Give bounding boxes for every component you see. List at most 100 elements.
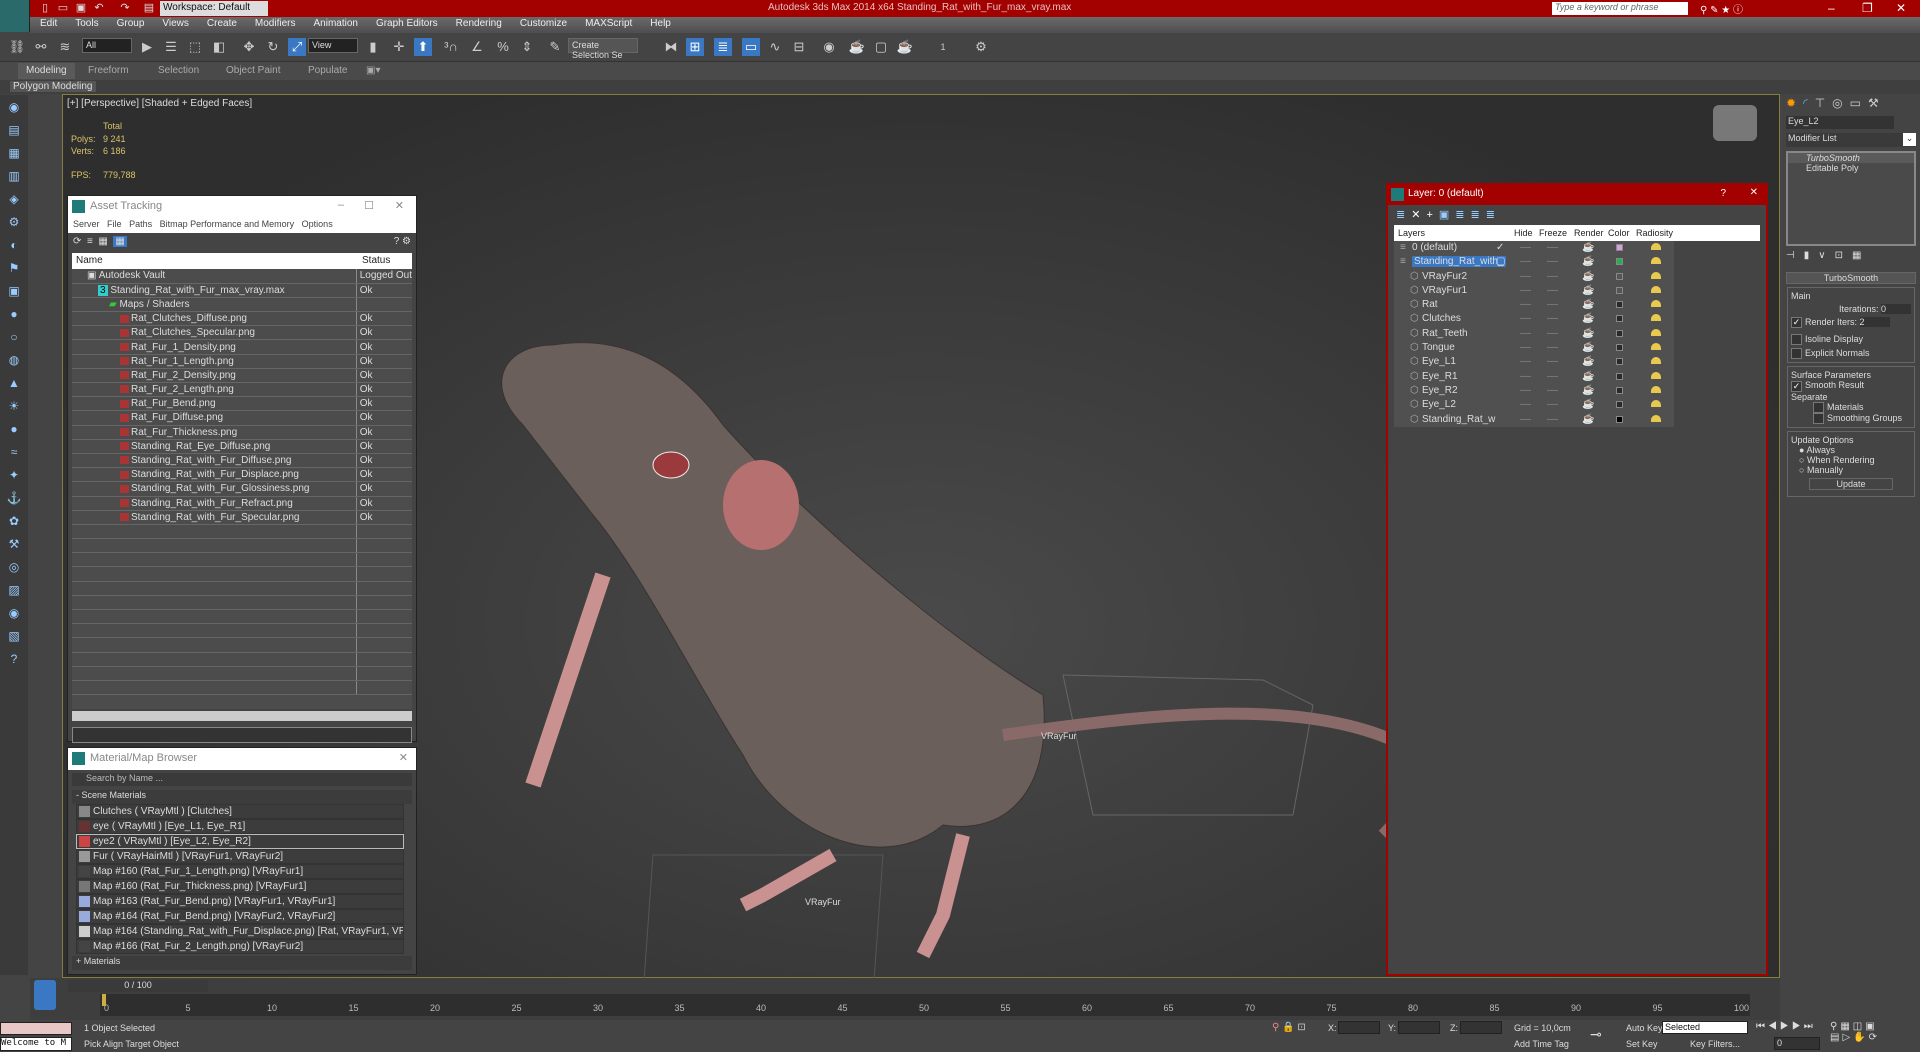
delete-layer-icon[interactable]: ✕ bbox=[1411, 209, 1426, 221]
asset-row[interactable]: ▰ Maps / Shaders bbox=[72, 297, 412, 313]
asset-row[interactable]: 3 Standing_Rat_with_Fur_max_vray.max Ok bbox=[72, 283, 412, 298]
maximize-button[interactable]: ☐ bbox=[364, 199, 374, 212]
isolate-icon[interactable]: ⚲ 🔒 ⊡ bbox=[1272, 1022, 1306, 1033]
search-input[interactable]: Type a keyword or phrase bbox=[1552, 2, 1688, 15]
layer-row[interactable]: ⬡ Eye_L1 –– –– ☕ bbox=[1394, 355, 1674, 370]
asset-row[interactable]: Standing_Rat_with_Fur_Displace.png Ok bbox=[72, 467, 412, 483]
layer-name[interactable]: VRayFur2 bbox=[1422, 271, 1467, 282]
tab-modeling[interactable]: Modeling bbox=[18, 63, 75, 79]
ribbon-options-icon[interactable]: ▣▾ bbox=[366, 65, 380, 76]
layer-name[interactable]: Standing_Rat_w bbox=[1422, 414, 1495, 425]
restore-button[interactable]: ❐ bbox=[1862, 1, 1873, 15]
menu-maxscript[interactable]: MAXScript bbox=[575, 17, 640, 29]
minimize-button[interactable]: – bbox=[338, 199, 344, 211]
mirror-icon[interactable]: ⧓ bbox=[662, 38, 680, 56]
hide-toggle[interactable]: –– bbox=[1520, 356, 1531, 367]
layer-color-swatch[interactable] bbox=[1616, 272, 1623, 280]
render-setup-icon[interactable]: ☕ bbox=[848, 38, 866, 56]
menu-create[interactable]: Create bbox=[197, 17, 245, 29]
tool-icon[interactable]: ● bbox=[5, 307, 23, 325]
asset-tracking-titlebar[interactable]: Asset Tracking – ☐ ✕ bbox=[68, 196, 416, 218]
thumbnail-view-icon[interactable]: ▦ bbox=[98, 236, 107, 247]
asset-row[interactable]: Rat_Fur_Diffuse.png Ok bbox=[72, 410, 412, 426]
layer-color-swatch[interactable] bbox=[1616, 415, 1623, 423]
link-icon[interactable]: ⛓ bbox=[8, 38, 26, 56]
explicit-normals-checkbox[interactable] bbox=[1791, 348, 1802, 360]
layer-name[interactable]: VRayFur1 bbox=[1422, 285, 1467, 296]
hide-toggle[interactable]: –– bbox=[1520, 285, 1531, 296]
application-menu-button[interactable] bbox=[0, 0, 30, 32]
tab-selection[interactable]: Selection bbox=[158, 65, 199, 76]
tool-icon[interactable]: ◉ bbox=[5, 100, 23, 118]
material-item[interactable]: Map #164 (Rat_Fur_Bend.png) [VRayFur2, V… bbox=[76, 909, 404, 924]
freeze-toggle[interactable]: –– bbox=[1547, 414, 1558, 425]
tool-icon[interactable]: ≈ bbox=[5, 445, 23, 463]
freeze-toggle[interactable]: –– bbox=[1547, 285, 1558, 296]
material-item[interactable]: Map #166 (Rat_Fur_2_Length.png) [VRayFur… bbox=[76, 939, 404, 954]
render-teapot-icon[interactable]: ☕ bbox=[1582, 342, 1594, 353]
tool-icon[interactable]: ⚙ bbox=[5, 215, 23, 233]
asset-row[interactable]: Rat_Fur_2_Density.png Ok bbox=[72, 368, 412, 384]
hide-toggle[interactable]: –– bbox=[1520, 299, 1531, 310]
freeze-toggle[interactable]: –– bbox=[1547, 299, 1558, 310]
create-tab-icon[interactable]: ✹ bbox=[1786, 96, 1803, 110]
menu-group[interactable]: Group bbox=[107, 17, 153, 29]
radiosity-icon[interactable] bbox=[1651, 357, 1661, 365]
display-tab-icon[interactable]: ▭ bbox=[1850, 96, 1868, 110]
select-by-name-icon[interactable]: ☰ bbox=[162, 38, 180, 56]
rat-model[interactable] bbox=[443, 275, 1463, 995]
tool-icon[interactable]: ◈ bbox=[5, 192, 23, 210]
layer-row[interactable]: ⬡ Eye_R2 –– –– ☕ bbox=[1394, 383, 1674, 399]
layer-row[interactable]: ⬡ Tongue –– –– ☕ bbox=[1394, 341, 1674, 356]
angle-snap-icon[interactable]: ∠ bbox=[468, 38, 486, 56]
tool-icon[interactable]: ▲ bbox=[5, 376, 23, 394]
layer-color-swatch[interactable] bbox=[1616, 372, 1623, 380]
layer-name[interactable]: Eye_L2 bbox=[1422, 399, 1456, 410]
column-status[interactable]: Status bbox=[362, 255, 390, 266]
layer-row[interactable]: ⬡ VRayFur2 –– –– ☕ bbox=[1394, 269, 1674, 284]
layer-color-swatch[interactable] bbox=[1616, 329, 1623, 337]
save-icon[interactable]: ▣ bbox=[74, 1, 88, 15]
menu-rendering[interactable]: Rendering bbox=[446, 17, 510, 29]
radiosity-icon[interactable] bbox=[1651, 328, 1661, 336]
rotate-icon[interactable]: ↻ bbox=[264, 38, 282, 56]
unlink-icon[interactable]: ⚯ bbox=[32, 38, 50, 56]
layer-row[interactable]: ⬡ Eye_L2 –– –– ☕ bbox=[1394, 398, 1674, 413]
add-to-layer-icon[interactable]: + bbox=[1426, 209, 1438, 221]
undo-icon[interactable]: ↶ bbox=[92, 1, 106, 15]
set-key-button[interactable]: Set Key bbox=[1626, 1039, 1658, 1049]
tool-icon[interactable]: ☀ bbox=[5, 399, 23, 417]
menu-customize[interactable]: Customize bbox=[510, 17, 575, 29]
help-icon[interactable]: ? ⚙ bbox=[394, 236, 411, 247]
hide-toggle[interactable]: –– bbox=[1520, 414, 1531, 425]
render-teapot-icon[interactable]: ☕ bbox=[1582, 385, 1594, 396]
render-iters-checkbox[interactable]: ✓ bbox=[1791, 317, 1802, 329]
freeze-all-icon[interactable]: ≣ bbox=[1486, 209, 1501, 221]
layer-color-swatch[interactable] bbox=[1616, 301, 1623, 309]
render-production-icon[interactable]: ☕ bbox=[896, 38, 914, 56]
layer-row[interactable]: ≡ Standing_Rat_with_ ▢ –– –– ☕ bbox=[1394, 255, 1674, 270]
layer-row[interactable]: ⬡ Eye_R1 –– –– ☕ bbox=[1394, 369, 1674, 384]
snaps-toggle-icon[interactable]: ³∩ bbox=[442, 38, 460, 56]
close-button[interactable]: ✕ bbox=[399, 751, 408, 764]
auto-key-button[interactable]: Auto Key bbox=[1626, 1023, 1663, 1033]
menu-paths[interactable]: Paths bbox=[129, 219, 152, 229]
tab-object-paint[interactable]: Object Paint bbox=[226, 65, 280, 76]
layer-color-swatch[interactable] bbox=[1616, 386, 1623, 394]
pivot-center-icon[interactable]: ▮ bbox=[364, 38, 382, 56]
close-button[interactable]: ✕ bbox=[1896, 1, 1906, 15]
hide-toggle[interactable]: –– bbox=[1520, 385, 1531, 396]
asset-row[interactable]: Standing_Rat_with_Fur_Specular.png Ok bbox=[72, 510, 412, 525]
freeze-toggle[interactable]: –– bbox=[1547, 328, 1558, 339]
menu-edit[interactable]: Edit bbox=[30, 17, 65, 29]
current-frame-field[interactable]: 0 bbox=[1774, 1037, 1820, 1050]
z-coordinate-field[interactable] bbox=[1460, 1021, 1502, 1034]
keyboard-shortcut-override-icon[interactable]: ⬆ bbox=[414, 38, 432, 56]
layer-manager-icon[interactable]: ≣ bbox=[714, 38, 732, 56]
hierarchy-tab-icon[interactable]: ⊤ bbox=[1815, 96, 1832, 110]
render-teapot-icon[interactable]: ☕ bbox=[1582, 242, 1594, 253]
asset-row[interactable]: Standing_Rat_with_Fur_Refract.png Ok bbox=[72, 496, 412, 511]
radiosity-icon[interactable] bbox=[1651, 314, 1661, 322]
polygon-modeling-label[interactable]: Polygon Modeling bbox=[10, 81, 96, 92]
material-item[interactable]: eye2 ( VRayMtl ) [Eye_L2, Eye_R2] bbox=[76, 834, 404, 849]
